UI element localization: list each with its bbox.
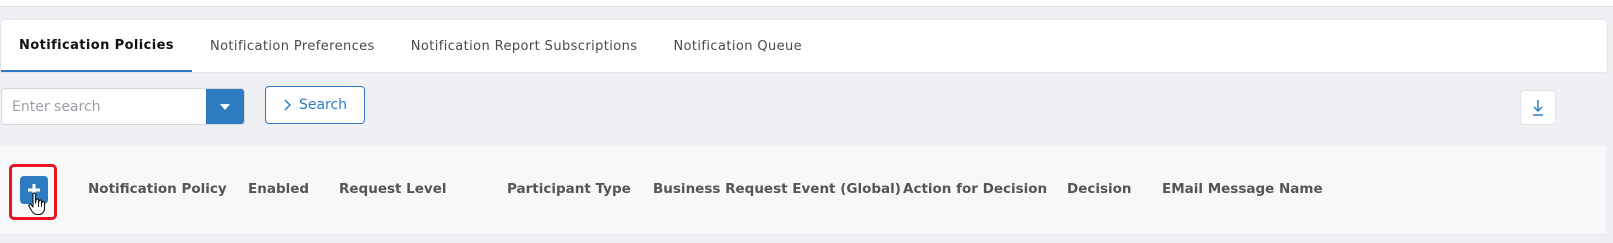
- tab-notification-queue[interactable]: Notification Queue: [655, 20, 820, 72]
- tab-notification-policies[interactable]: Notification Policies: [1, 20, 192, 72]
- download-icon: [1533, 99, 1543, 116]
- column-header-request-level[interactable]: Request Level: [339, 181, 447, 197]
- column-header-decision[interactable]: Decision: [1067, 181, 1132, 197]
- search-button[interactable]: Search: [265, 86, 365, 124]
- chevron-right-icon: [284, 99, 291, 111]
- column-header-business-request-event[interactable]: Business Request Event (Global): [653, 181, 901, 197]
- search-input[interactable]: [2, 89, 207, 124]
- table-header: Notification Policy Enabled Request Leve…: [0, 146, 1606, 235]
- column-header-notification-policy[interactable]: Notification Policy: [88, 181, 227, 197]
- column-header-participant-type[interactable]: Participant Type: [507, 181, 631, 197]
- hand-pointer-icon: [28, 192, 46, 216]
- tab-bar: Notification Policies Notification Prefe…: [0, 19, 1608, 73]
- column-header-enabled[interactable]: Enabled: [248, 181, 309, 197]
- search-button-label: Search: [298, 97, 348, 113]
- tab-notification-preferences[interactable]: Notification Preferences: [192, 20, 393, 72]
- search-box: [1, 88, 245, 125]
- column-header-action-for-decision[interactable]: Action for Decision: [903, 181, 1047, 197]
- search-dropdown-button[interactable]: [206, 89, 244, 124]
- column-header-email-message-name[interactable]: EMail Message Name: [1162, 181, 1323, 197]
- top-strip: [0, 0, 1613, 7]
- caret-down-icon: [220, 103, 230, 110]
- download-button[interactable]: [1520, 90, 1556, 125]
- tab-notification-report-subscriptions[interactable]: Notification Report Subscriptions: [393, 20, 656, 72]
